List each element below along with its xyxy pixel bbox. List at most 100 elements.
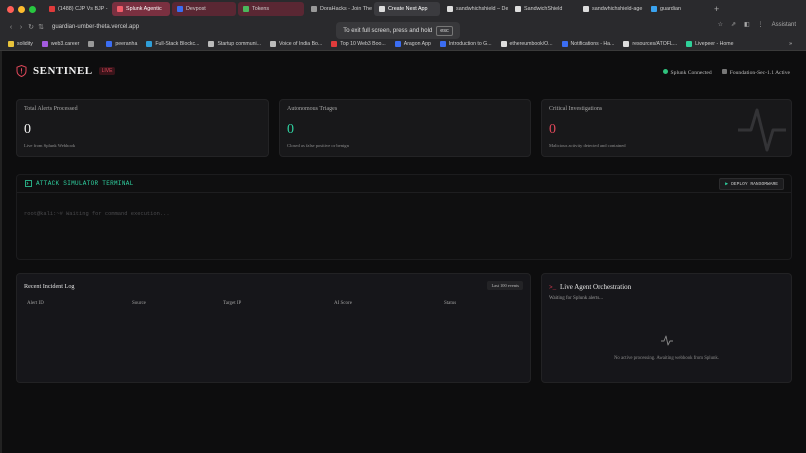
tab-label: DoraHacks - Join The: [320, 6, 372, 12]
bookmark-item[interactable]: Notifications - Ha...: [561, 40, 615, 47]
browser-tab[interactable]: sandwhichshield-age: [578, 2, 644, 16]
bookmark-favicon-icon: [686, 40, 693, 47]
window-controls: [7, 5, 36, 13]
bookmark-label: Full-Stack Blockc...: [155, 40, 200, 47]
bookmark-item[interactable]: Introduction to G...: [439, 40, 492, 47]
tab-label: Tokens: [252, 6, 270, 12]
forward-icon[interactable]: ›: [16, 24, 26, 31]
bookmark-item[interactable]: ethereumbook/O...: [500, 40, 553, 47]
toolbar-right: ☆ ⇗ ◧ ⋮ Assistant: [718, 21, 796, 29]
tab-label: Devpost: [186, 6, 206, 12]
close-window-button[interactable]: [7, 5, 14, 13]
bookmark-label: peeranha: [115, 40, 138, 47]
bookmark-label: Introduction to G...: [448, 40, 492, 47]
assistant-button[interactable]: Assistant: [772, 22, 796, 28]
tab-label: sandwhichshield – De: [456, 6, 508, 12]
extensions-icon[interactable]: ◧: [744, 21, 750, 28]
bookmark-label: resources/ATOFL...: [632, 40, 678, 47]
tab-favicon-icon: [311, 6, 317, 12]
bookmark-item[interactable]: peeranha: [106, 40, 138, 47]
bookmark-favicon-icon: [146, 40, 153, 47]
tab-favicon-icon: [243, 6, 249, 12]
bookmark-star-icon[interactable]: ☆: [718, 21, 723, 28]
minimize-window-button[interactable]: [18, 5, 25, 13]
tab-label: sandwhichshield-age: [592, 6, 643, 12]
share-icon[interactable]: ⇗: [731, 21, 736, 28]
model-status: Foundation-Sec-1.1 Active: [721, 69, 790, 76]
tab-favicon-icon: [379, 6, 385, 12]
tab-label: Create Next App: [388, 6, 428, 12]
browser-tab[interactable]: Splunk Agentic: [112, 2, 170, 16]
menu-icon[interactable]: ⋮: [758, 21, 764, 28]
bookmark-favicon-icon: [270, 40, 276, 47]
bookmark-favicon-icon: [106, 40, 113, 47]
browser-tab[interactable]: guardian: [646, 2, 708, 16]
bookmark-label: ethereumbook/O...: [509, 40, 553, 47]
browser-tab[interactable]: sandwhichshield – De: [442, 2, 508, 16]
tab-favicon-icon: [651, 6, 657, 12]
stat-card-autonomous-triages: Autonomous Triages 0 Closed as false pos…: [279, 99, 531, 157]
app-header: SENTINEL LIVE: [16, 65, 116, 77]
events-badge: Last 100 events: [487, 281, 523, 290]
fullscreen-message: To exit full screen, press and hold: [343, 27, 433, 34]
stat-title: Autonomous Triages: [287, 106, 338, 112]
connected-dot-icon: [662, 69, 668, 74]
live-badge: LIVE: [98, 67, 116, 75]
stat-title: Critical Investigations: [549, 106, 603, 112]
deploy-ransomware-button[interactable]: ▶ DEPLOY RANSOMWARE: [719, 178, 784, 190]
bookmark-favicon-icon: [500, 40, 507, 47]
incident-table-header: Alert ID Source Target IP AI Score Statu…: [27, 301, 522, 306]
stat-value: 0: [287, 122, 294, 137]
tab-favicon-icon: [583, 6, 589, 12]
browser-tab[interactable]: Devpost: [172, 2, 236, 16]
back-icon[interactable]: ‹: [6, 24, 16, 31]
new-tab-button[interactable]: +: [714, 4, 719, 14]
bookmark-item[interactable]: Livepeer - Home: [686, 40, 734, 47]
bookmark-item[interactable]: Aragon App: [394, 40, 431, 47]
bookmark-item[interactable]: web3.career: [41, 40, 79, 47]
stat-subtitle: Live from Splunk Webhook: [24, 143, 76, 148]
bookmark-label: Livepeer - Home: [695, 40, 734, 47]
bookmark-list: solidity web3.career peeranha Full-Stack Bl…: [8, 40, 742, 47]
bookmark-item[interactable]: Top 10 Web3 Boo...: [331, 40, 386, 47]
bookmark-label: Startup communi...: [217, 40, 261, 47]
bookmark-label: Aragon App: [403, 40, 431, 47]
bookmark-favicon-icon: [331, 40, 338, 47]
stat-value: 0: [24, 122, 31, 137]
stat-subtitle: Malicious activity detected and containe…: [549, 143, 626, 148]
bookmark-favicon-icon: [439, 40, 446, 47]
terminal-header: ATTACK SIMULATOR TERMINAL ▶ DEPLOY RANSO…: [17, 175, 791, 193]
fullscreen-notice: To exit full screen, press and hold esc: [336, 22, 460, 39]
bookmark-favicon-icon: [8, 40, 14, 47]
bookmark-item[interactable]: Voice of India Bo...: [270, 40, 322, 47]
activity-icon: [661, 335, 673, 346]
browser-tab[interactable]: Create Next App: [374, 2, 440, 16]
shield-icon: [16, 65, 27, 77]
bookmark-item[interactable]: [88, 40, 97, 47]
stat-subtitle: Closed as false positive or benign: [287, 143, 349, 148]
browser-tab[interactable]: Tokens: [238, 2, 304, 16]
orchestration-title: Live Agent Orchestration: [560, 283, 632, 291]
address-bar[interactable]: guardian-umber-theta.vercel.app: [52, 24, 139, 30]
column-header: Source: [132, 301, 146, 306]
maximize-window-button[interactable]: [29, 5, 36, 13]
browser-tab[interactable]: DoraHacks - Join The: [306, 2, 372, 16]
site-settings-icon[interactable]: ⇅: [36, 23, 46, 31]
bookmark-item[interactable]: resources/ATOFL...: [623, 40, 678, 47]
bookmark-item[interactable]: Full-Stack Blockc...: [146, 40, 200, 47]
terminal-title: ATTACK SIMULATOR TERMINAL: [36, 180, 134, 187]
bookmark-label: Top 10 Web3 Boo...: [340, 40, 386, 47]
bookmark-item[interactable]: solidity: [8, 40, 33, 47]
reload-icon[interactable]: ↻: [26, 23, 36, 31]
agent-orchestration-panel: >_ Live Agent Orchestration Waiting for …: [541, 273, 792, 383]
browser-tab[interactable]: (1488) CJP Vs BJP -: [44, 2, 110, 16]
orchestration-status: Waiting for Splunk alerts...: [549, 296, 604, 301]
more-bookmarks-button[interactable]: »: [789, 41, 792, 47]
browser-tab[interactable]: SandwichShield: [510, 2, 576, 16]
column-header: AI Score: [334, 301, 352, 306]
terminal-prompt: root@kali:~# Waiting for command executi…: [24, 211, 170, 217]
bookmark-label: Notifications - Ha...: [570, 40, 615, 47]
splunk-status: Splunk Connected: [662, 69, 712, 76]
bookmark-item[interactable]: Startup communi...: [208, 40, 261, 47]
bookmarks-bar: solidity web3.career peeranha Full-Stack Bl…: [0, 37, 806, 51]
